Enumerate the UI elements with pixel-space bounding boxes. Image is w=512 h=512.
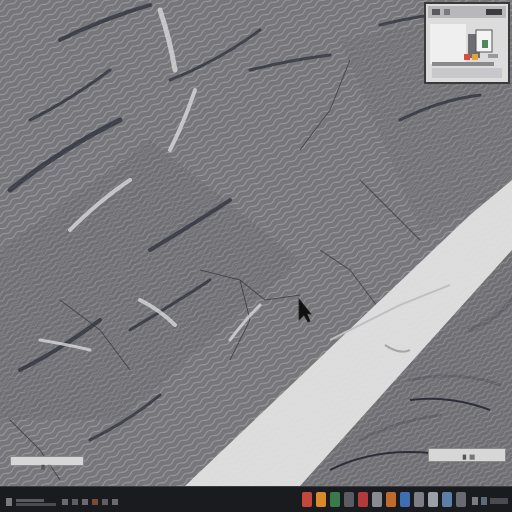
app-icon[interactable] (372, 492, 382, 507)
system-tray-icon (472, 497, 508, 505)
app-icon[interactable] (414, 492, 424, 507)
app-icon[interactable] (344, 492, 354, 507)
app-icon[interactable] (358, 492, 368, 507)
right-panel-bar[interactable] (428, 448, 506, 462)
mouse-pointer-icon (298, 298, 312, 323)
app-icon[interactable] (386, 492, 396, 507)
screen (0, 0, 512, 512)
window-thumbnail-icon (426, 4, 508, 82)
window-thumbnail[interactable] (424, 2, 510, 84)
app-icon[interactable] (428, 492, 438, 507)
app-icon[interactable] (456, 492, 466, 507)
system-tray[interactable] (470, 493, 510, 507)
panel-bar-icon (462, 454, 475, 460)
quick-launch-icon (6, 498, 118, 506)
app-icon[interactable] (330, 492, 340, 507)
app-icon[interactable] (400, 492, 410, 507)
app-icon[interactable] (302, 492, 312, 507)
app-icon[interactable] (316, 492, 326, 507)
panel-bar-icon (41, 464, 51, 470)
start-area[interactable] (4, 493, 128, 506)
app-icon[interactable] (442, 492, 452, 507)
left-panel-bar[interactable] (10, 456, 84, 470)
taskbar (0, 486, 512, 512)
